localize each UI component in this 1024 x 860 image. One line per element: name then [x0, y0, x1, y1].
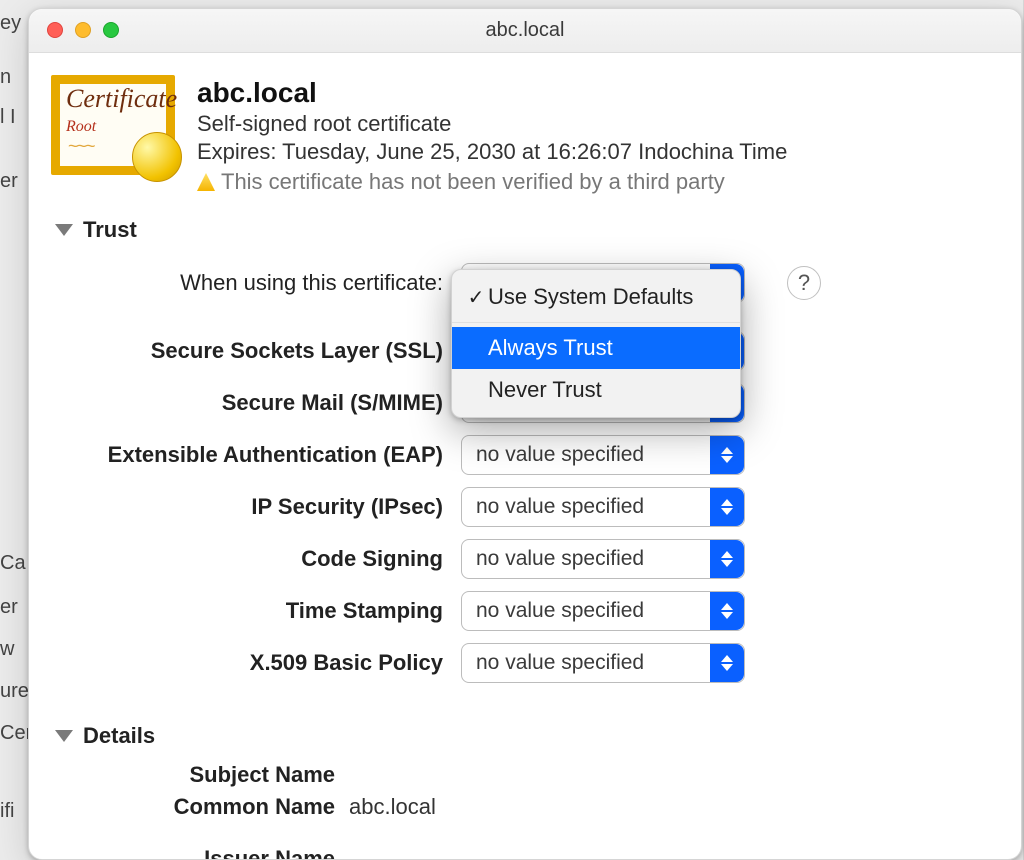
chevrons-icon [710, 540, 744, 578]
chevrons-icon [710, 436, 744, 474]
certificate-warning-text: This certificate has not been verified b… [221, 169, 725, 195]
trust-popup-menu: ✓ Use System Defaults Always Trust Never… [451, 269, 741, 418]
trust-label-timestamp: Time Stamping [51, 598, 449, 624]
trust-label-x509: X.509 Basic Policy [51, 650, 449, 676]
trust-select-codesign[interactable]: no value specified [461, 539, 745, 579]
certificate-icon: Certificate Root ~~~ [51, 75, 175, 175]
close-window-button[interactable] [47, 22, 63, 38]
details-section: Details Subject Name Common Name abc.loc… [51, 723, 993, 860]
popup-item-label: Use System Defaults [488, 284, 693, 310]
select-value: no value specified [476, 547, 644, 571]
trust-label-codesign: Code Signing [51, 546, 449, 572]
certificate-warning: This certificate has not been verified b… [197, 169, 993, 195]
trust-help-button[interactable]: ? [787, 266, 821, 300]
trust-row-timestamp: Time Stamping no value specified [51, 585, 993, 637]
certificate-header: Certificate Root ~~~ abc.local Self-sign… [51, 75, 993, 195]
subject-name-heading: Subject Name [51, 759, 993, 791]
details-section-toggle[interactable]: Details [51, 723, 993, 749]
subject-name-label: Subject Name [51, 762, 349, 788]
help-icon: ? [798, 270, 810, 296]
trust-select-timestamp[interactable]: no value specified [461, 591, 745, 631]
seal-icon [132, 132, 182, 182]
trust-select-eap[interactable]: no value specified [461, 435, 745, 475]
popup-separator [452, 322, 740, 323]
cert-icon-swirl: ~~~ [68, 136, 94, 157]
keychain-certificate-window: abc.local Certificate Root ~~~ abc.local… [28, 8, 1022, 860]
popup-item-system-defaults[interactable]: ✓ Use System Defaults [452, 276, 740, 318]
popup-item-never-trust[interactable]: Never Trust [452, 369, 740, 411]
trust-when-using-label: When using this certificate: [51, 270, 449, 296]
traffic-lights [47, 22, 119, 38]
issuer-name-label: Issuer Name [51, 846, 349, 860]
certificate-header-text: abc.local Self-signed root certificate E… [197, 75, 993, 195]
trust-section-toggle[interactable]: Trust [51, 217, 993, 243]
chevrons-icon [710, 592, 744, 630]
trust-row-eap: Extensible Authentication (EAP) no value… [51, 429, 993, 481]
background-window-fragments: ey n l I er Ca er w ure Cer ifi [0, 0, 30, 860]
checkmark-icon: ✓ [464, 285, 488, 310]
window-title: abc.local [486, 19, 565, 42]
window-content: Certificate Root ~~~ abc.local Self-sign… [29, 53, 1021, 860]
details-section-label: Details [83, 723, 155, 749]
trust-select-ipsec[interactable]: no value specified [461, 487, 745, 527]
cert-icon-root: Root [66, 118, 96, 136]
warning-icon [197, 173, 215, 191]
certificate-title: abc.local [197, 77, 993, 109]
popup-item-label: Always Trust [488, 335, 613, 361]
trust-label-ipsec: IP Security (IPsec) [51, 494, 449, 520]
chevrons-icon [710, 644, 744, 682]
subject-common-name-label: Common Name [51, 794, 349, 820]
minimize-window-button[interactable] [75, 22, 91, 38]
select-value: no value specified [476, 443, 644, 467]
trust-section-label: Trust [83, 217, 137, 243]
trust-row-codesign: Code Signing no value specified [51, 533, 993, 585]
backdrop: ey n l I er Ca er w ure Cer ifi abc.loca… [0, 0, 1024, 860]
popup-item-always-trust[interactable]: Always Trust [452, 327, 740, 369]
trust-row-ipsec: IP Security (IPsec) no value specified [51, 481, 993, 533]
trust-label-eap: Extensible Authentication (EAP) [51, 442, 449, 468]
disclosure-triangle-icon [55, 730, 73, 742]
zoom-window-button[interactable] [103, 22, 119, 38]
select-value: no value specified [476, 651, 644, 675]
certificate-subtitle: Self-signed root certificate [197, 111, 993, 137]
trust-label-ssl: Secure Sockets Layer (SSL) [51, 338, 449, 364]
certificate-expires: Expires: Tuesday, June 25, 2030 at 16:26… [197, 139, 993, 165]
window-titlebar[interactable]: abc.local [29, 9, 1021, 53]
chevrons-icon [710, 488, 744, 526]
subject-common-name-row: Common Name abc.local [51, 791, 993, 823]
details-rows: Subject Name Common Name abc.local Issue… [51, 759, 993, 860]
subject-common-name-value: abc.local [349, 794, 436, 820]
issuer-name-heading: Issuer Name [51, 843, 993, 860]
trust-row-x509: X.509 Basic Policy no value specified [51, 637, 993, 689]
select-value: no value specified [476, 495, 644, 519]
cert-icon-word: Certificate [66, 86, 177, 112]
select-value: no value specified [476, 599, 644, 623]
popup-item-label: Never Trust [488, 377, 602, 403]
trust-select-x509[interactable]: no value specified [461, 643, 745, 683]
trust-label-smime: Secure Mail (S/MIME) [51, 390, 449, 416]
disclosure-triangle-icon [55, 224, 73, 236]
